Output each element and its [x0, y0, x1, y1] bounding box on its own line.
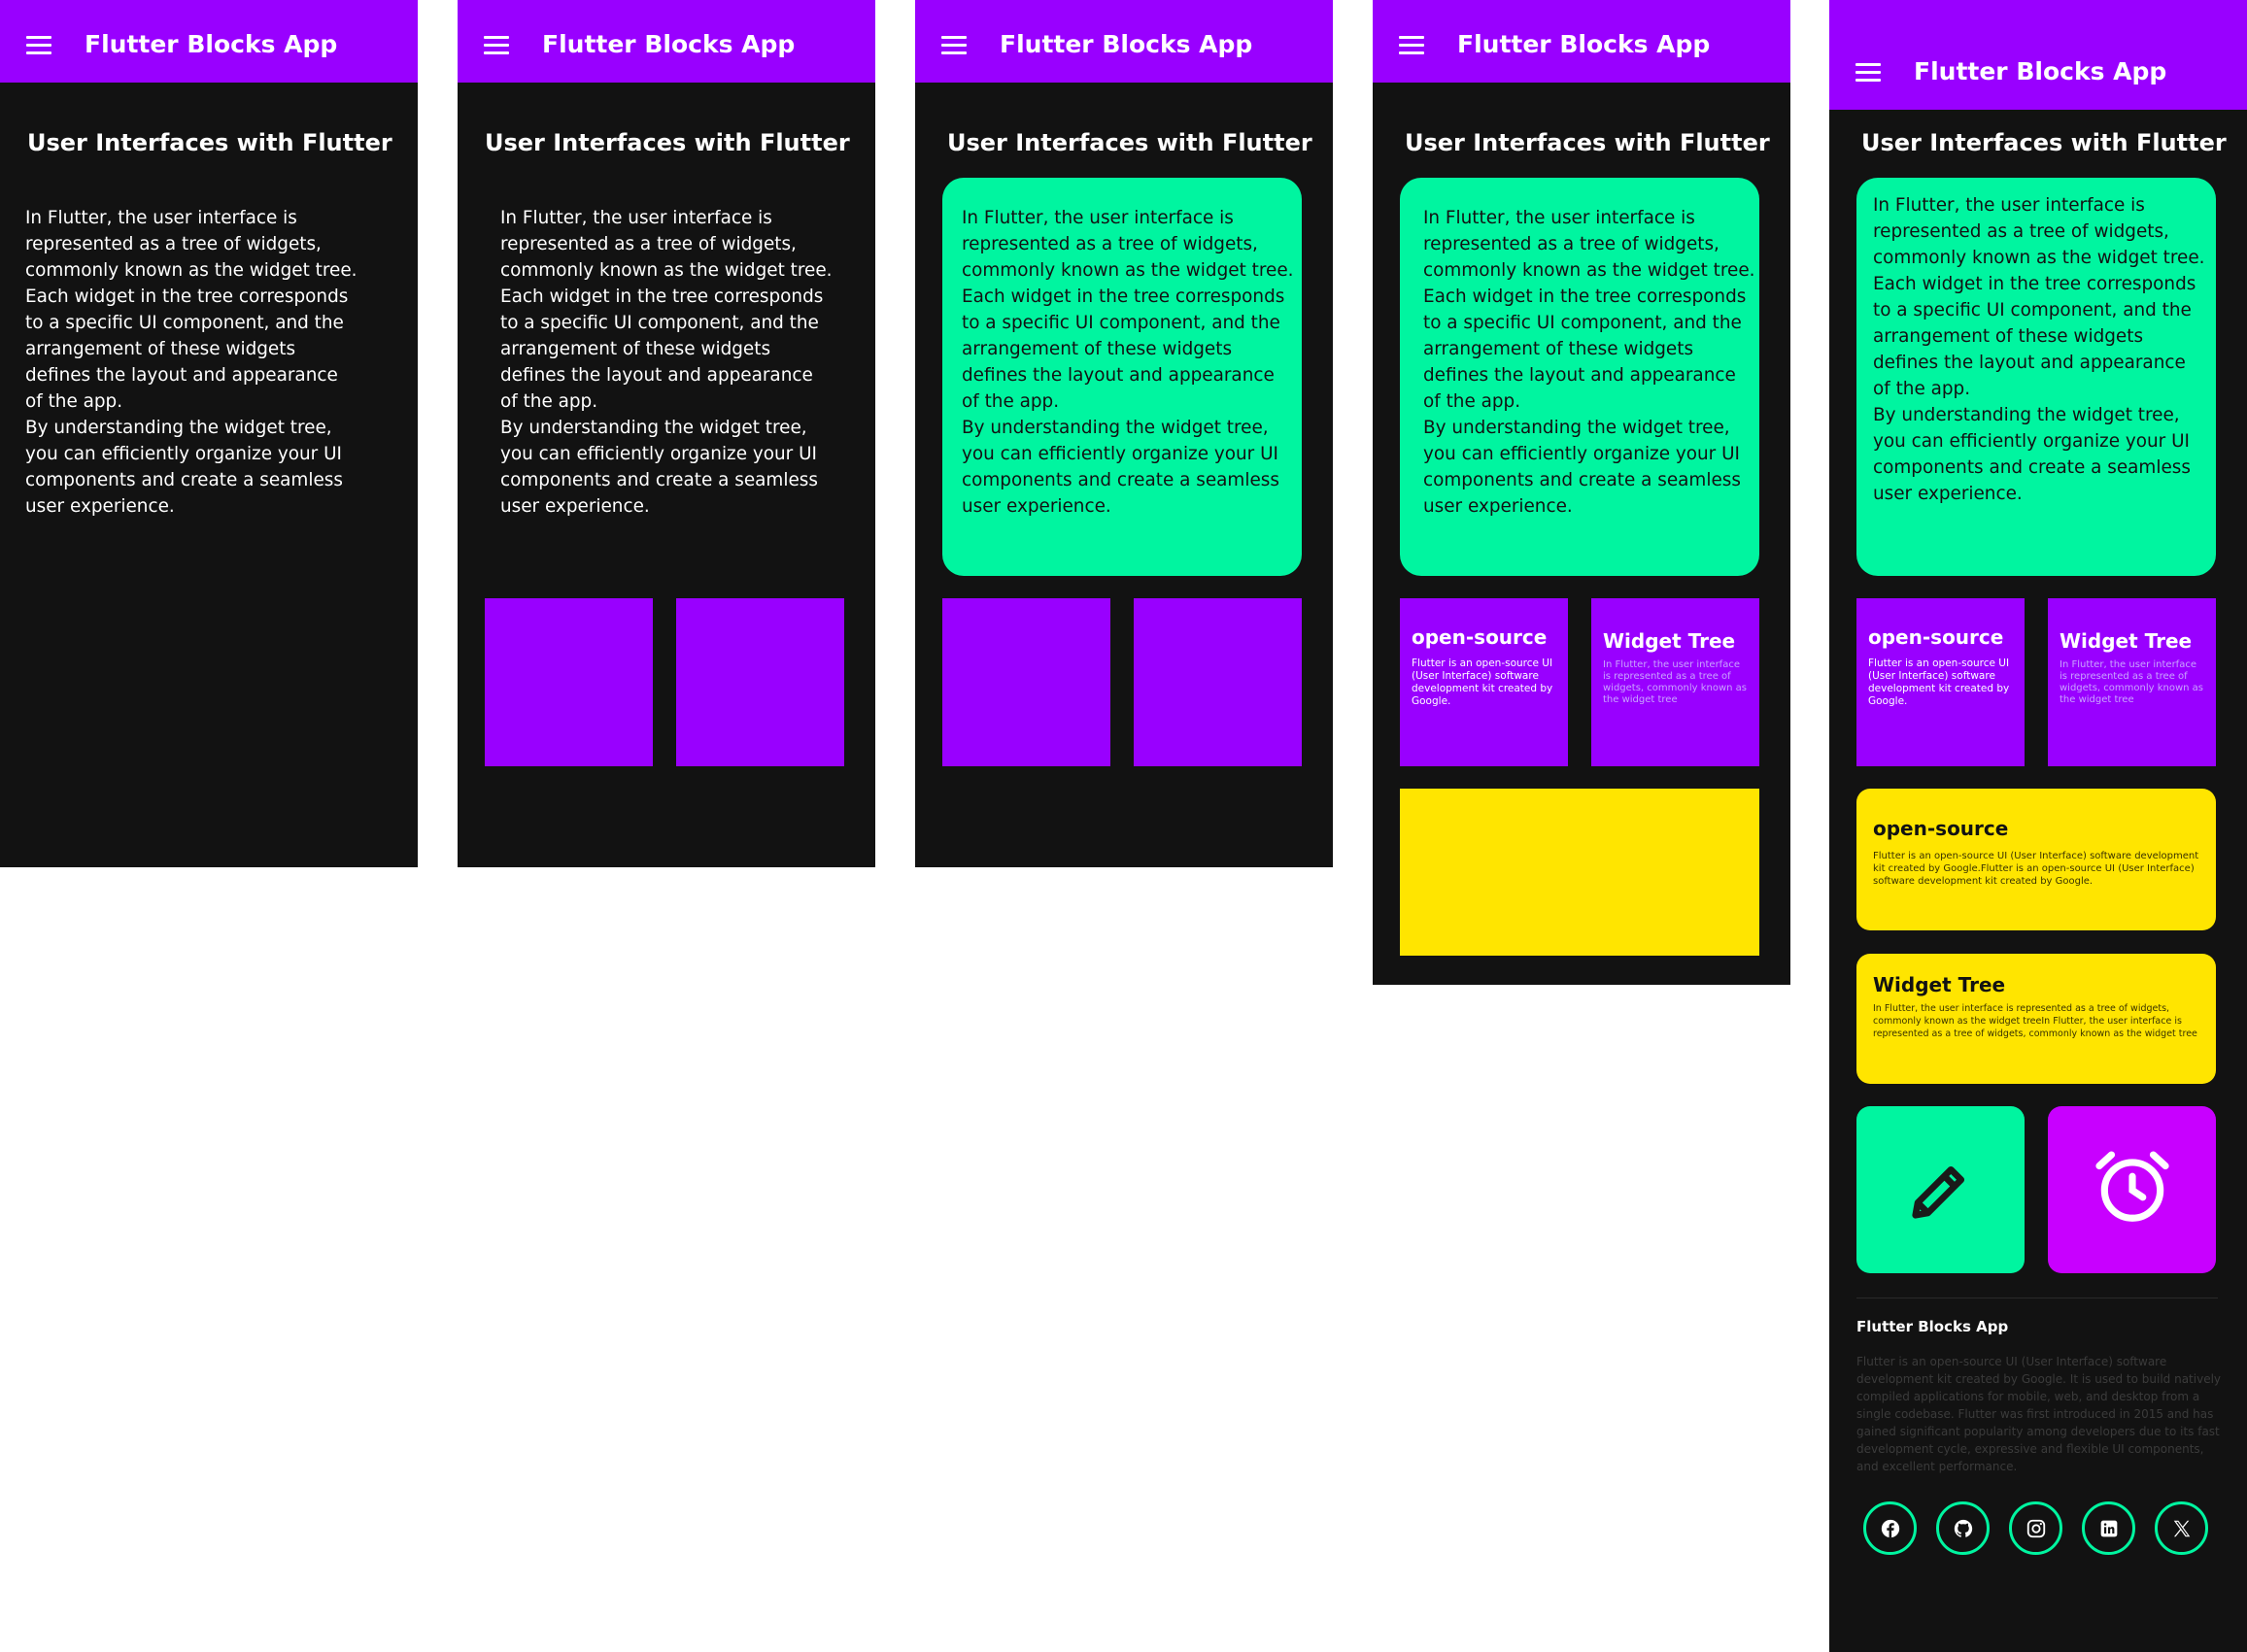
intro-text: In Flutter, the user interface is repres…	[25, 208, 357, 517]
tile-title: Widget Tree	[1603, 629, 1736, 653]
facebook-icon	[1881, 1519, 1899, 1537]
facebook-button[interactable]	[1863, 1501, 1917, 1555]
alarm-tile[interactable]	[2048, 1106, 2216, 1273]
section-title: User Interfaces with Flutter	[947, 129, 1312, 156]
widget-tree-card[interactable]: Widget Tree In Flutter, the user interfa…	[1856, 954, 2216, 1084]
app-title: Flutter Blocks App	[1457, 30, 1711, 58]
footer-title: Flutter Blocks App	[1856, 1318, 2009, 1335]
menu-icon[interactable]	[26, 36, 51, 55]
intro-card: In Flutter, the user interface is repres…	[1400, 178, 1759, 576]
github-icon	[1954, 1519, 1972, 1537]
footer-text: Flutter is an open-source UI (User Inter…	[1856, 1355, 2222, 1473]
app-bar: Flutter Blocks App	[915, 0, 1333, 83]
screen-5: Flutter Blocks App User Interfaces with …	[1829, 0, 2247, 1652]
tile-text: In Flutter, the user interface is repres…	[2060, 659, 2204, 705]
yellow-block	[1400, 789, 1759, 956]
app-title: Flutter Blocks App	[1000, 30, 1253, 58]
placeholder-tile-left	[942, 598, 1110, 766]
placeholder-tile-left	[485, 598, 653, 766]
app-bar: Flutter Blocks App	[0, 0, 418, 83]
instagram-button[interactable]	[2009, 1501, 2062, 1555]
x-twitter-button[interactable]	[2155, 1501, 2208, 1555]
widget-tree-tile[interactable]: Widget Tree In Flutter, the user interfa…	[1591, 598, 1759, 766]
app-title: Flutter Blocks App	[1914, 57, 2167, 85]
section-title: User Interfaces with Flutter	[485, 129, 850, 156]
screen-4: Flutter Blocks App User Interfaces with …	[1373, 0, 1790, 985]
tile-title: Widget Tree	[2060, 629, 2193, 653]
linkedin-button[interactable]	[2082, 1501, 2135, 1555]
pencil-icon	[1912, 1165, 1965, 1219]
app-bar: Flutter Blocks App	[1829, 0, 2247, 110]
card-text: In Flutter, the user interface is repres…	[1873, 1003, 2197, 1039]
menu-icon[interactable]	[1399, 36, 1424, 55]
widget-tree-tile[interactable]: Widget Tree In Flutter, the user interfa…	[2048, 598, 2216, 766]
section-title: User Interfaces with Flutter	[1861, 129, 2227, 156]
placeholder-tile-right	[1134, 598, 1302, 766]
app-bar: Flutter Blocks App	[1373, 0, 1790, 83]
instagram-icon	[2026, 1519, 2045, 1537]
placeholder-tile-right	[676, 598, 844, 766]
open-source-tile[interactable]: open-source Flutter is an open-source UI…	[1856, 598, 2025, 766]
intro-text: In Flutter, the user interface is repres…	[962, 208, 1294, 517]
intro-text: In Flutter, the user interface is repres…	[1423, 208, 1755, 517]
github-button[interactable]	[1936, 1501, 1990, 1555]
menu-icon[interactable]	[484, 36, 509, 55]
open-source-tile[interactable]: open-source Flutter is an open-source UI…	[1400, 598, 1568, 766]
intro-text: In Flutter, the user interface is repres…	[500, 208, 833, 517]
intro-card: In Flutter, the user interface is repres…	[1856, 178, 2216, 576]
edit-tile[interactable]	[1856, 1106, 2025, 1273]
menu-icon[interactable]	[941, 36, 967, 55]
intro-text: In Flutter, the user interface is repres…	[1873, 195, 2205, 504]
app-title: Flutter Blocks App	[85, 30, 338, 58]
tile-text: In Flutter, the user interface is repres…	[1603, 659, 1748, 705]
app-bar: Flutter Blocks App	[458, 0, 875, 83]
tile-text: Flutter is an open-source UI (User Inter…	[1868, 657, 2010, 707]
section-title: User Interfaces with Flutter	[1405, 129, 1770, 156]
tile-title: open-source	[1868, 625, 2004, 649]
screen-2: Flutter Blocks App User Interfaces with …	[458, 0, 875, 867]
x-twitter-icon	[2173, 1520, 2190, 1536]
screen-1: Flutter Blocks App User Interfaces with …	[0, 0, 418, 867]
card-title: open-source	[1873, 817, 2009, 840]
tile-title: open-source	[1412, 625, 1548, 649]
open-source-card[interactable]: open-source Flutter is an open-source UI…	[1856, 789, 2216, 930]
section-title: User Interfaces with Flutter	[27, 129, 392, 156]
linkedin-icon	[2100, 1520, 2117, 1536]
alarm-clock-icon	[2095, 1151, 2169, 1222]
card-text: Flutter is an open-source UI (User Inter…	[1873, 851, 2199, 887]
screen-3: Flutter Blocks App User Interfaces with …	[915, 0, 1333, 867]
tile-text: Flutter is an open-source UI (User Inter…	[1412, 657, 1553, 707]
app-title: Flutter Blocks App	[542, 30, 796, 58]
intro-card: In Flutter, the user interface is repres…	[942, 178, 1302, 576]
menu-icon[interactable]	[1855, 63, 1881, 83]
card-title: Widget Tree	[1873, 973, 2006, 996]
